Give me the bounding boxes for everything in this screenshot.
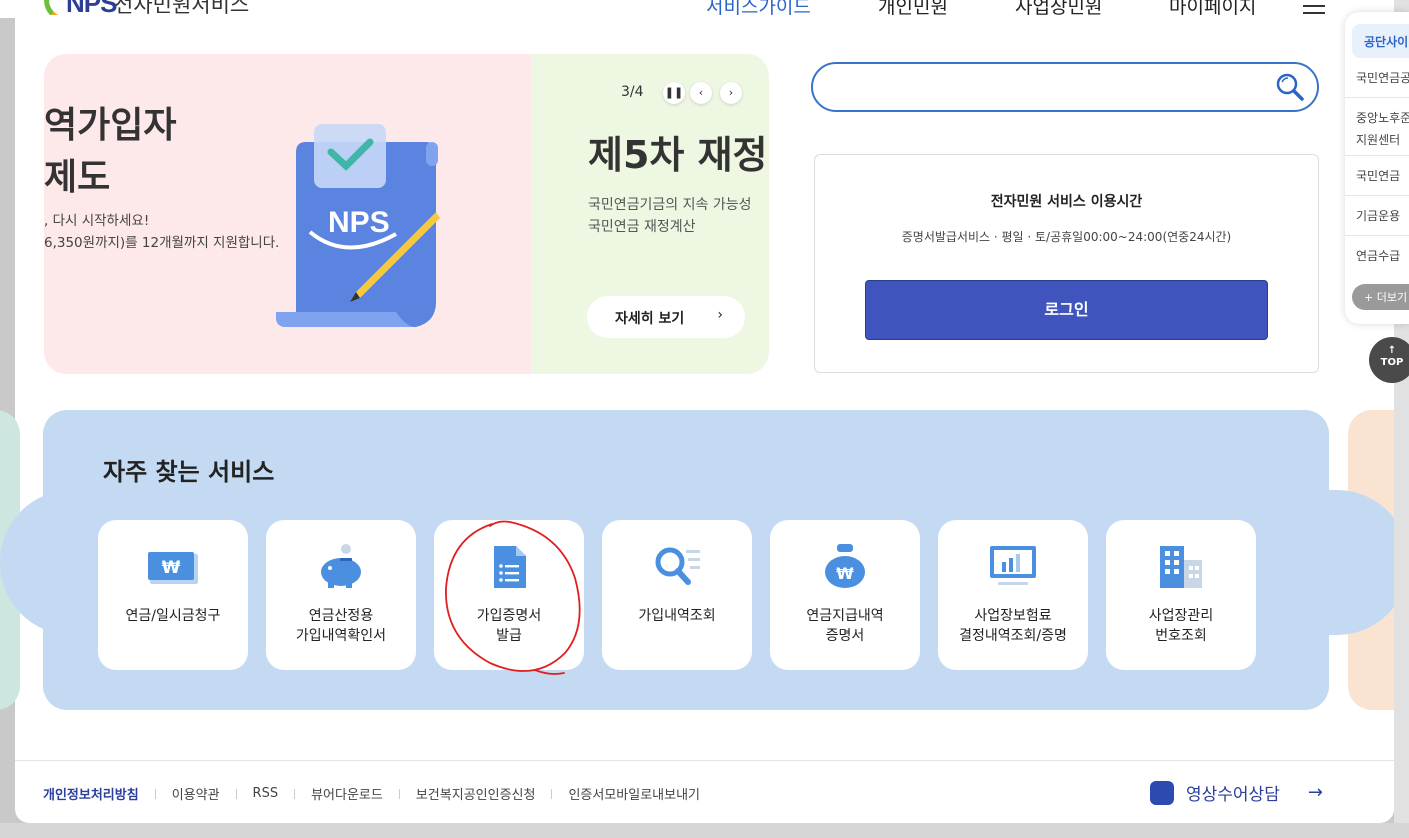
svg-text:₩: ₩: [162, 558, 181, 578]
slide2-desc: 국민연금기금의 지속 가능성 국민연금 재정계산: [588, 197, 752, 235]
quick-menu: 공단사이 국민연금공 중앙노후준 지원센터 국민연금 기금운용 연금수급 + 더…: [1345, 12, 1409, 324]
window-bottom-edge: [0, 823, 1409, 838]
top-label: TOP: [1380, 357, 1404, 368]
quick-item-nps[interactable]: 국민연금공: [1345, 58, 1409, 98]
card-label: 가입내역조회: [638, 608, 716, 624]
svg-text:₩: ₩: [836, 564, 854, 583]
footer-link-viewer[interactable]: 뷰어다운로드: [295, 784, 399, 803]
footer-links: 개인정보처리방침 이용약관 RSS 뷰어다운로드 보건복지공인인증신청 인증서모…: [43, 784, 716, 803]
svg-text:NPS: NPS: [328, 206, 390, 239]
won-card-icon: ₩: [148, 552, 198, 584]
quick-item-fund[interactable]: 기금운용: [1345, 196, 1409, 236]
footer-link-rss[interactable]: RSS: [237, 786, 295, 801]
arrow-right-icon: →: [1307, 782, 1323, 803]
search-list-icon: [655, 547, 700, 585]
card-label: 연금/일시금청구: [125, 608, 221, 624]
quick-item-pension[interactable]: 국민연금: [1345, 156, 1409, 196]
quick-more-button[interactable]: + 더보기: [1352, 284, 1409, 310]
details-button[interactable]: 자세히 보기 ›: [587, 296, 745, 338]
footer: 개인정보처리방침 이용약관 RSS 뷰어다운로드 보건복지공인인증신청 인증서모…: [15, 760, 1394, 823]
card-label: 연금산정용 가입내역확인서: [295, 608, 387, 644]
search-icon[interactable]: [1275, 72, 1305, 102]
slide1-desc: , 다시 시작하세요! 6,350원까지)를 12개월까지 지원합니다.: [44, 213, 280, 251]
scroll-top-button[interactable]: ↑ TOP: [1369, 337, 1409, 383]
piggy-bank-icon: [321, 544, 361, 588]
service-time-title: 전자민원 서비스 이용시간: [990, 194, 1143, 210]
service-card-workplace-number[interactable]: 사업장관리 번호조회: [1106, 520, 1256, 670]
monitor-chart-icon: [990, 546, 1036, 585]
slide-counter: 3/4: [621, 84, 644, 100]
quick-menu-head[interactable]: 공단사이: [1352, 24, 1409, 58]
footer-link-terms[interactable]: 이용약관: [156, 784, 236, 803]
sign-language-label: 영상수어상담: [1186, 785, 1280, 805]
sign-language-consult[interactable]: 영상수어상담 →: [1150, 780, 1323, 805]
frequent-services: 자주 찾는 서비스 ₩ 연금/일시금청구 연금산정용 가입내역확인서 가입증명서…: [43, 410, 1329, 710]
banner-slide-1[interactable]: 역가입자 제도 , 다시 시작하세요! 6,350원까지)를 12개월까지 지원…: [44, 54, 531, 374]
chevron-right-icon: ›: [717, 307, 723, 323]
money-bag-icon: ₩: [825, 544, 865, 588]
footer-link-cert-export[interactable]: 인증서모바일로내보내기: [552, 784, 716, 803]
login-button[interactable]: 로그인: [865, 280, 1268, 340]
sign-language-icon: [1150, 780, 1174, 805]
service-card-enrollment-check[interactable]: 연금산정용 가입내역확인서: [266, 520, 416, 670]
frequent-title: 자주 찾는 서비스: [103, 458, 275, 486]
search-input[interactable]: [811, 62, 1319, 112]
pause-icon[interactable]: ❚❚: [663, 82, 685, 104]
quick-item-receipt[interactable]: 연금수급: [1345, 236, 1409, 276]
quick-item-center[interactable]: 중앙노후준 지원센터: [1345, 98, 1409, 156]
service-time-desc: 증명서발급서비스 · 평일 · 토/공휴일00:00~24:00(연중24시간): [901, 230, 1232, 244]
slide2-title: 제5차 재정: [588, 133, 768, 177]
building-icon: [1160, 546, 1202, 588]
details-button-label: 자세히 보기: [615, 311, 685, 327]
chevron-right-icon[interactable]: ›: [720, 82, 742, 104]
service-card-workplace-insurance[interactable]: 사업장보험료 결정내역조회/증명: [938, 520, 1088, 670]
footer-link-cert-apply[interactable]: 보건복지공인인증신청: [400, 784, 552, 803]
service-time-box: 전자민원 서비스 이용시간 증명서발급서비스 · 평일 · 토/공휴일00:00…: [814, 154, 1319, 373]
footer-link-privacy[interactable]: 개인정보처리방침: [43, 784, 155, 803]
service-card-pension-claim[interactable]: ₩ 연금/일시금청구: [98, 520, 248, 670]
service-card-enrollment-certificate[interactable]: 가입증명서 발급: [434, 520, 584, 670]
main-banner: 역가입자 제도 , 다시 시작하세요! 6,350원까지)를 12개월까지 지원…: [44, 54, 769, 374]
arrow-up-icon: ↑: [1387, 345, 1397, 356]
card-label: 사업장관리 번호조회: [1148, 608, 1214, 644]
service-card-enrollment-history[interactable]: 가입내역조회: [602, 520, 752, 670]
card-label: 가입증명서 발급: [476, 608, 542, 644]
chevron-left-icon[interactable]: ‹: [690, 82, 712, 104]
card-label: 연금지급내역 증명서: [806, 608, 884, 644]
slide1-title: 역가입자 제도: [44, 105, 177, 198]
nps-document-icon: NPS: [276, 124, 440, 327]
document-icon: [494, 546, 526, 588]
card-label: 사업장보험료 결정내역조회/증명: [959, 608, 1067, 644]
service-card-payment-certificate[interactable]: ₩ 연금지급내역 증명서: [770, 520, 920, 670]
